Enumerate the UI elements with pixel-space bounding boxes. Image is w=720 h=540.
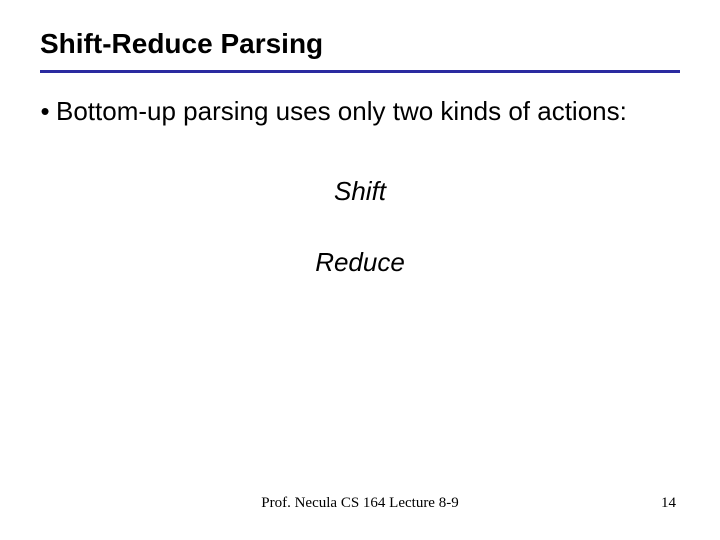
footer-center: Prof. Necula CS 164 Lecture 8-9 [0, 495, 720, 512]
bullet-item: • Bottom-up parsing uses only two kinds … [34, 95, 680, 128]
slide: Shift-Reduce Parsing • Bottom-up parsing… [0, 0, 720, 540]
slide-title: Shift-Reduce Parsing [40, 28, 680, 60]
action-shift: Shift [40, 176, 680, 207]
bullet-dot-icon: • [34, 95, 56, 128]
bullet-text: Bottom-up parsing uses only two kinds of… [56, 95, 680, 128]
title-underline [40, 70, 680, 73]
page-number: 14 [661, 495, 676, 512]
action-reduce: Reduce [40, 247, 680, 278]
